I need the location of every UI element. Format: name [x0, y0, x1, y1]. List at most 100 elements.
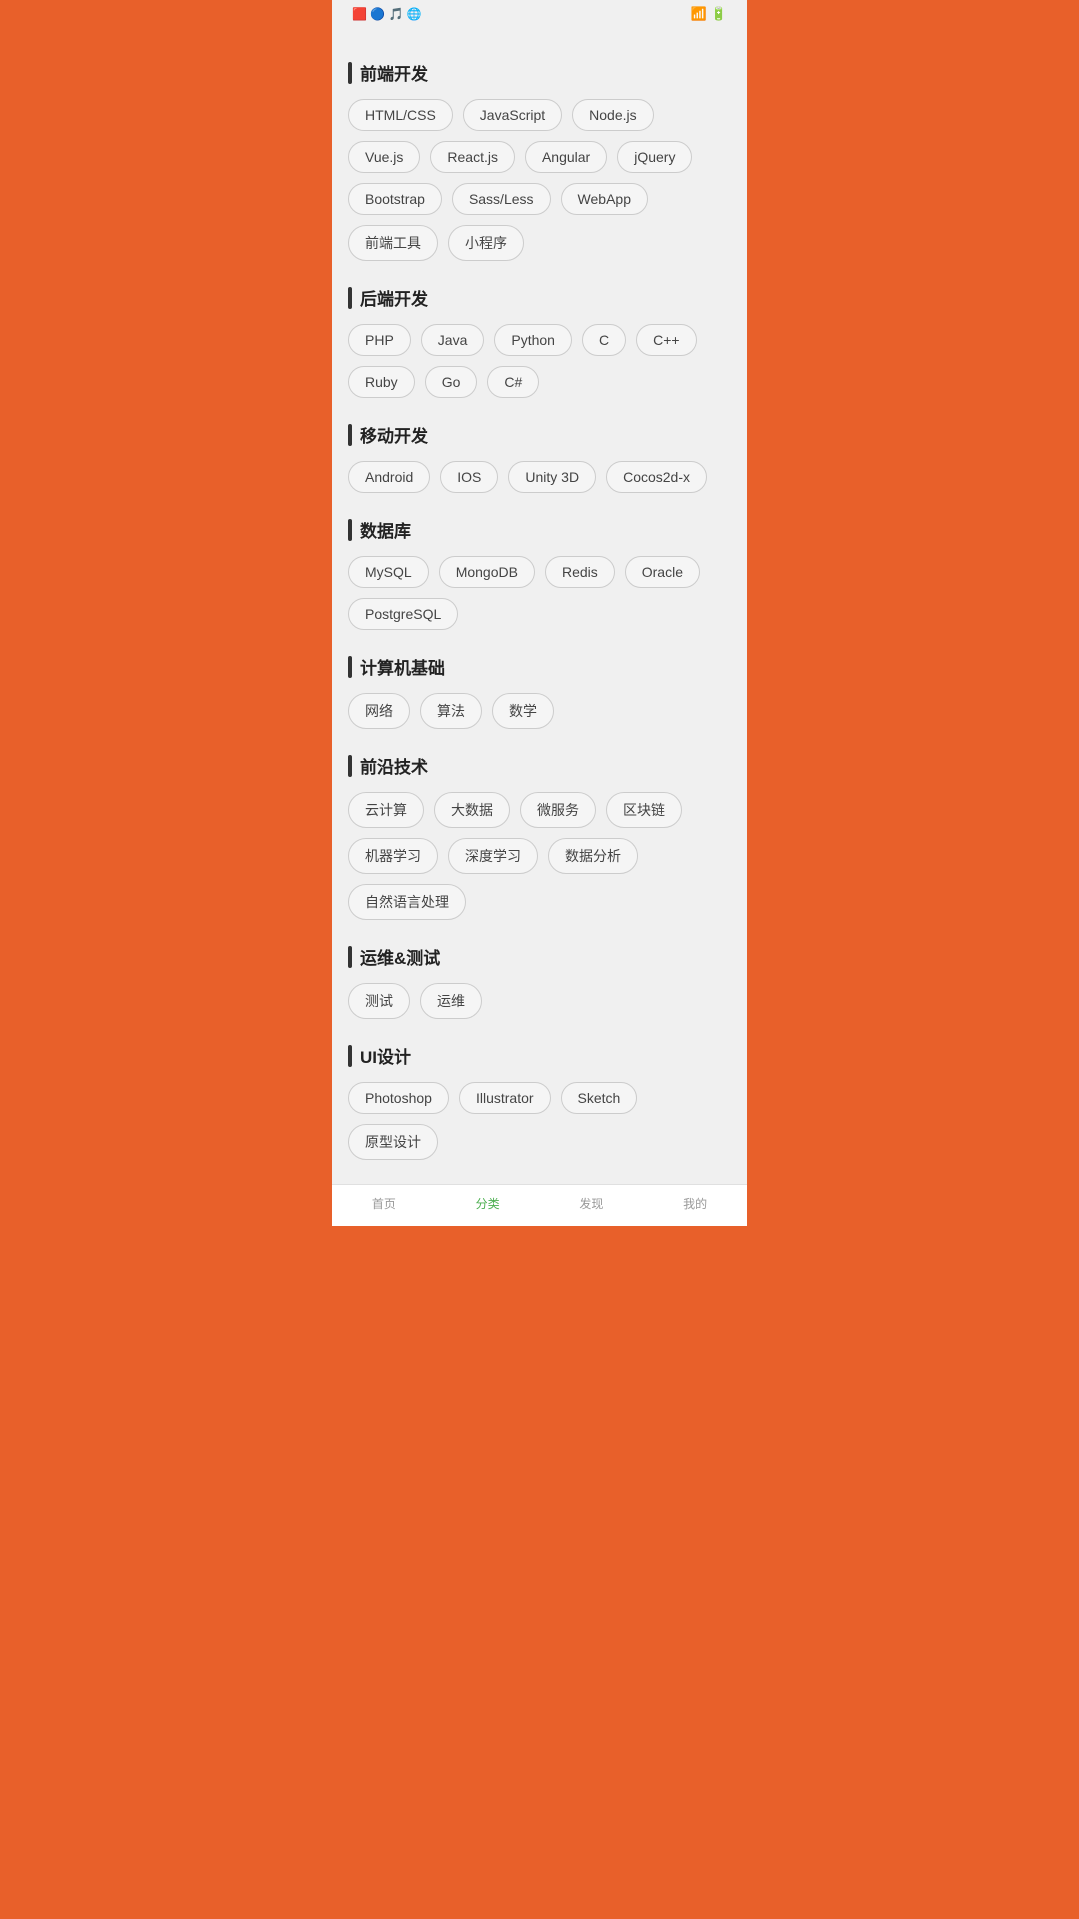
tag-ui-1[interactable]: Illustrator [459, 1082, 551, 1114]
tag-frontier-3[interactable]: 区块链 [606, 792, 682, 828]
section-database: 数据库 MySQL MongoDB Redis Oracle PostgreSQL [348, 517, 731, 630]
tag-frontend-7[interactable]: Bootstrap [348, 183, 442, 215]
section-title-devops: 运维&测试 [360, 944, 440, 969]
section-title-backend: 后端开发 [360, 285, 428, 310]
status-left: 🟥 🔵 🎵 🌐 [348, 7, 422, 21]
tag-mobile-1[interactable]: IOS [440, 461, 498, 493]
content-area: 前端开发 HTML/CSS JavaScript Node.js Vue.js React… [332, 60, 747, 1184]
section-frontend: 前端开发 HTML/CSS JavaScript Node.js Vue.js React… [348, 60, 731, 261]
nav-item-category[interactable]: 分类 [476, 1195, 500, 1212]
tags-container-devops: 测试运维 [348, 983, 731, 1019]
tag-frontend-10[interactable]: 前端工具 [348, 225, 438, 261]
nav-label-home: 首页 [372, 1195, 396, 1212]
battery-icon: 🔋 [711, 6, 727, 22]
tag-cs-basics-2[interactable]: 数学 [492, 693, 554, 729]
wifi-icon: 📶 [691, 6, 707, 22]
section-title-frontier: 前沿技术 [360, 753, 428, 778]
tag-frontend-1[interactable]: JavaScript [463, 99, 562, 131]
tag-backend-0[interactable]: PHP [348, 324, 411, 356]
bottom-nav: 首页 分类 发现 我的 [332, 1184, 747, 1226]
tags-container-frontend: HTML/CSS JavaScript Node.js Vue.js React.js A… [348, 99, 731, 261]
tag-database-0[interactable]: MySQL [348, 556, 429, 588]
status-right: 📶 🔋 [691, 6, 731, 22]
tag-frontend-8[interactable]: Sass/Less [452, 183, 551, 215]
tags-container-database: MySQL MongoDB Redis Oracle PostgreSQL [348, 556, 731, 630]
tag-devops-1[interactable]: 运维 [420, 983, 482, 1019]
tag-frontier-4[interactable]: 机器学习 [348, 838, 438, 874]
section-bar-backend [348, 287, 352, 309]
section-title-ui: UI设计 [360, 1043, 411, 1068]
tags-container-mobile: Android IOS Unity 3D Cocos2d-x [348, 461, 731, 493]
section-header-backend: 后端开发 [348, 285, 731, 310]
tag-frontend-0[interactable]: HTML/CSS [348, 99, 453, 131]
tag-database-2[interactable]: Redis [545, 556, 615, 588]
tags-container-cs-basics: 网络算法数学 [348, 693, 731, 729]
section-header-ui: UI设计 [348, 1043, 731, 1068]
section-bar-cs-basics [348, 656, 352, 678]
tag-cs-basics-0[interactable]: 网络 [348, 693, 410, 729]
section-header-mobile: 移动开发 [348, 422, 731, 447]
tag-frontier-0[interactable]: 云计算 [348, 792, 424, 828]
tag-frontier-6[interactable]: 数据分析 [548, 838, 638, 874]
tag-frontier-7[interactable]: 自然语言处理 [348, 884, 466, 920]
tag-database-4[interactable]: PostgreSQL [348, 598, 458, 630]
section-bar-frontier [348, 755, 352, 777]
tag-frontend-6[interactable]: jQuery [617, 141, 692, 173]
tag-ui-3[interactable]: 原型设计 [348, 1124, 438, 1160]
tag-devops-0[interactable]: 测试 [348, 983, 410, 1019]
tag-database-3[interactable]: Oracle [625, 556, 700, 588]
nav-label-discover: 发现 [579, 1195, 603, 1212]
phone-frame: 🟥 🔵 🎵 🌐 📶 🔋 前端开发 HTML/CSS JavaScript Node.j… [332, 0, 747, 1226]
section-bar-frontend [348, 62, 352, 84]
section-title-frontend: 前端开发 [360, 60, 428, 85]
tag-frontier-1[interactable]: 大数据 [434, 792, 510, 828]
section-title-database: 数据库 [360, 517, 411, 542]
section-bar-mobile [348, 424, 352, 446]
section-title-cs-basics: 计算机基础 [360, 654, 445, 679]
tag-frontier-5[interactable]: 深度学习 [448, 838, 538, 874]
tag-backend-4[interactable]: C++ [636, 324, 696, 356]
section-header-cs-basics: 计算机基础 [348, 654, 731, 679]
tag-frontend-11[interactable]: 小程序 [448, 225, 524, 261]
page-title [332, 28, 747, 60]
section-cs-basics: 计算机基础网络算法数学 [348, 654, 731, 729]
tag-mobile-2[interactable]: Unity 3D [508, 461, 596, 493]
section-header-database: 数据库 [348, 517, 731, 542]
nav-label-mine: 我的 [683, 1195, 707, 1212]
tag-frontend-4[interactable]: React.js [430, 141, 515, 173]
section-bar-devops [348, 946, 352, 968]
tag-backend-5[interactable]: Ruby [348, 366, 415, 398]
tag-mobile-0[interactable]: Android [348, 461, 430, 493]
section-bar-database [348, 519, 352, 541]
tag-backend-3[interactable]: C [582, 324, 626, 356]
tag-ui-0[interactable]: Photoshop [348, 1082, 449, 1114]
section-ui: UI设计 Photoshop Illustrator Sketch 原型设计 [348, 1043, 731, 1160]
section-header-frontend: 前端开发 [348, 60, 731, 85]
nav-item-home[interactable]: 首页 [372, 1195, 396, 1212]
tag-frontend-9[interactable]: WebApp [561, 183, 648, 215]
section-bar-ui [348, 1045, 352, 1067]
tag-frontend-2[interactable]: Node.js [572, 99, 653, 131]
section-header-devops: 运维&测试 [348, 944, 731, 969]
tag-frontend-3[interactable]: Vue.js [348, 141, 420, 173]
tags-container-frontier: 云计算大数据微服务区块链机器学习深度学习数据分析自然语言处理 [348, 792, 731, 920]
nav-item-discover[interactable]: 发现 [579, 1195, 603, 1212]
tag-backend-7[interactable]: C# [487, 366, 539, 398]
tag-frontier-2[interactable]: 微服务 [520, 792, 596, 828]
section-frontier: 前沿技术云计算大数据微服务区块链机器学习深度学习数据分析自然语言处理 [348, 753, 731, 920]
notification-icons: 🟥 🔵 🎵 🌐 [352, 7, 422, 21]
nav-item-mine[interactable]: 我的 [683, 1195, 707, 1212]
tag-mobile-3[interactable]: Cocos2d-x [606, 461, 707, 493]
tag-frontend-5[interactable]: Angular [525, 141, 607, 173]
tag-backend-1[interactable]: Java [421, 324, 485, 356]
nav-label-category: 分类 [476, 1195, 500, 1212]
tags-container-ui: Photoshop Illustrator Sketch 原型设计 [348, 1082, 731, 1160]
section-devops: 运维&测试测试运维 [348, 944, 731, 1019]
section-header-frontier: 前沿技术 [348, 753, 731, 778]
status-bar: 🟥 🔵 🎵 🌐 📶 🔋 [332, 0, 747, 28]
tag-backend-6[interactable]: Go [425, 366, 478, 398]
tag-database-1[interactable]: MongoDB [439, 556, 535, 588]
tag-ui-2[interactable]: Sketch [561, 1082, 638, 1114]
tag-cs-basics-1[interactable]: 算法 [420, 693, 482, 729]
tag-backend-2[interactable]: Python [494, 324, 572, 356]
